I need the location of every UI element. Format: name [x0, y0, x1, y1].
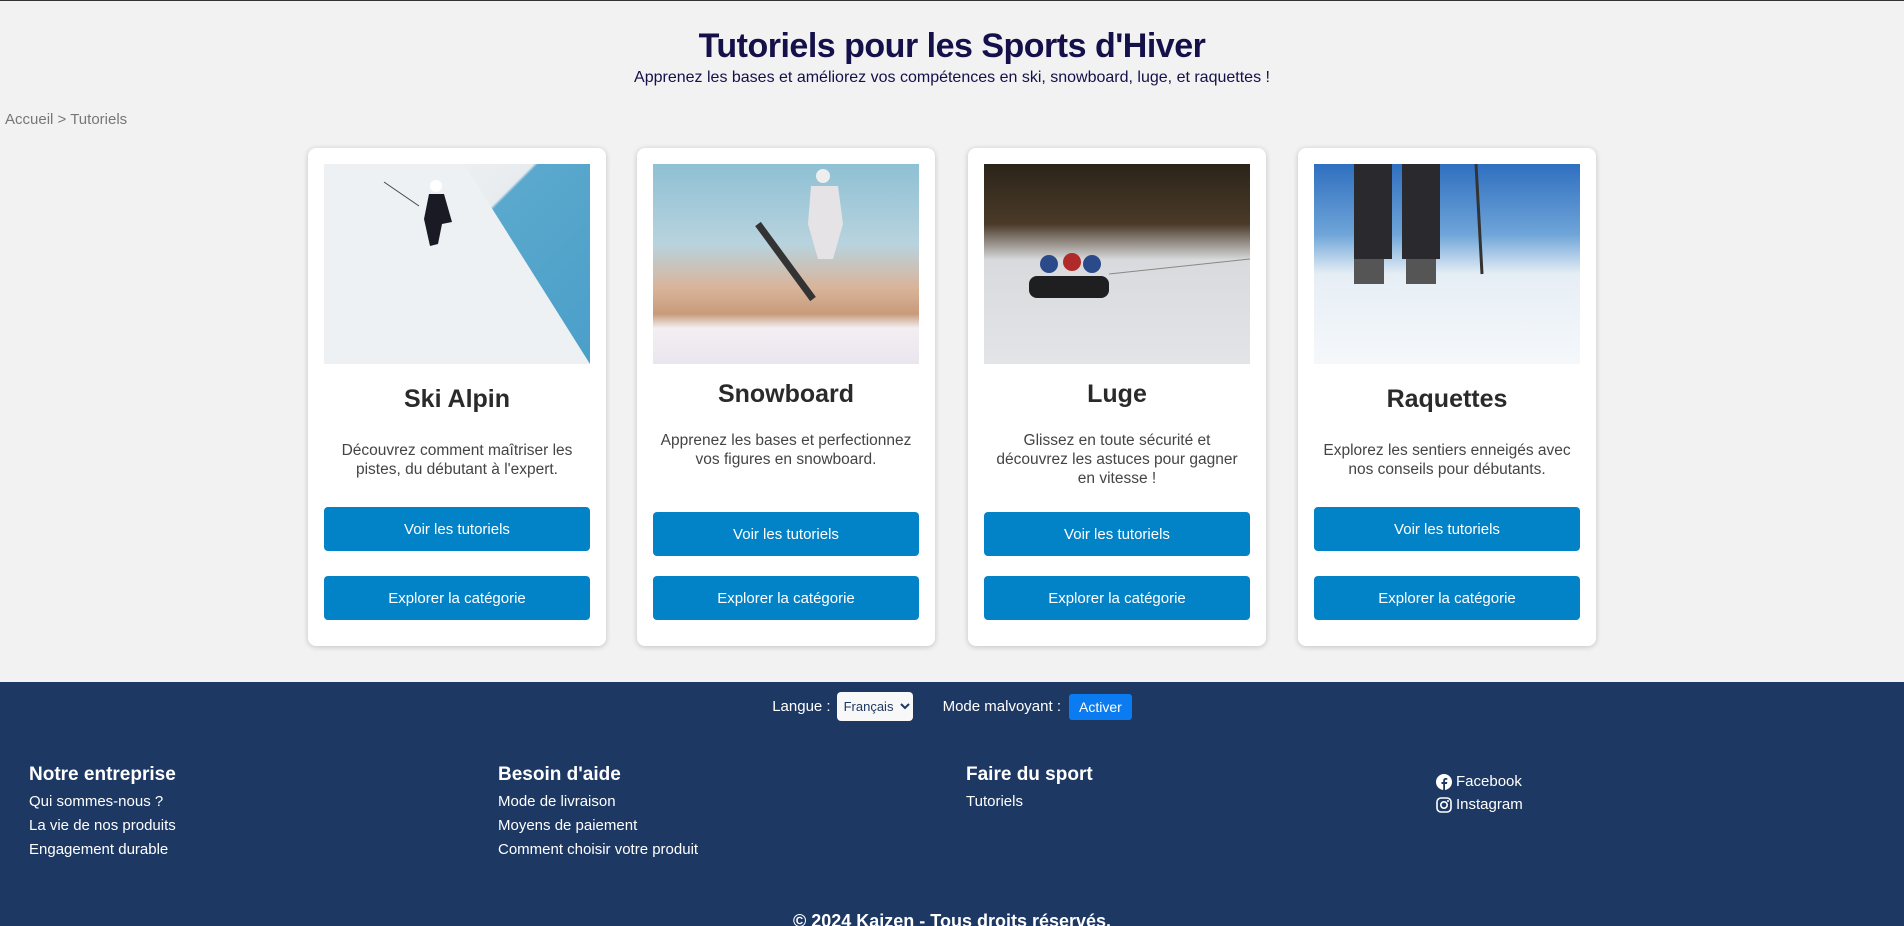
footer-col-company: Notre entreprise Qui sommes-nous ? La vi…: [29, 764, 176, 862]
instagram-link[interactable]: Instagram: [1436, 793, 1523, 816]
luge-image: [984, 164, 1250, 364]
breadcrumb: Accueil > Tutoriels: [5, 111, 127, 128]
accessibility-bar: Langue : Français Mode malvoyant : Activ…: [0, 692, 1904, 721]
ski-image: [324, 164, 590, 364]
card-title: Raquettes: [1386, 385, 1508, 413]
explore-category-button[interactable]: Explorer la catégorie: [324, 576, 590, 620]
footer-social: Facebook Instagram: [1436, 770, 1523, 816]
facebook-link[interactable]: Facebook: [1436, 770, 1523, 793]
low-vision-activate-button[interactable]: Activer: [1068, 693, 1132, 720]
footer-link[interactable]: Comment choisir votre produit: [498, 838, 698, 862]
view-tutorials-button[interactable]: Voir les tutoriels: [984, 512, 1250, 556]
raquettes-image: [1314, 164, 1580, 364]
footer-link[interactable]: Qui sommes-nous ?: [29, 790, 176, 814]
explore-category-button[interactable]: Explorer la catégorie: [1314, 576, 1580, 620]
page-title: Tutoriels pour les Sports d'Hiver: [698, 27, 1206, 65]
view-tutorials-button[interactable]: Voir les tutoriels: [1314, 507, 1580, 551]
card-ski-alpin: Ski Alpin Découvrez comment maîtriser le…: [308, 148, 606, 646]
card-title: Luge: [1087, 380, 1147, 408]
card-description: Découvrez comment maîtriser les pistes, …: [341, 442, 573, 478]
instagram-label: Instagram: [1456, 796, 1523, 813]
footer-heading: Faire du sport: [966, 764, 1093, 785]
footer-link[interactable]: Moyens de paiement: [498, 814, 698, 838]
language-select[interactable]: Français: [836, 692, 913, 721]
explore-category-button[interactable]: Explorer la catégorie: [653, 576, 919, 620]
view-tutorials-button[interactable]: Voir les tutoriels: [324, 507, 590, 551]
footer-col-sport: Faire du sport Tutoriels: [966, 764, 1093, 814]
footer-link[interactable]: La vie de nos produits: [29, 814, 176, 838]
facebook-icon: [1436, 773, 1452, 790]
card-raquettes: Raquettes Explorez les sentiers enneigés…: [1298, 148, 1596, 646]
card-description: Glissez en toute sécurité et découvrez l…: [996, 432, 1238, 487]
view-tutorials-button[interactable]: Voir les tutoriels: [653, 512, 919, 556]
page-subtitle: Apprenez les bases et améliorez vos comp…: [634, 69, 1270, 86]
breadcrumb-current: Tutoriels: [70, 111, 128, 128]
low-vision-label: Mode malvoyant :: [942, 698, 1061, 715]
footer-link[interactable]: Engagement durable: [29, 838, 176, 862]
card-title: Ski Alpin: [403, 385, 511, 413]
breadcrumb-separator: >: [57, 111, 67, 128]
snowboard-image: [653, 164, 919, 364]
footer-heading: Notre entreprise: [29, 764, 176, 785]
breadcrumb-home[interactable]: Accueil: [5, 111, 53, 128]
footer-heading: Besoin d'aide: [498, 764, 621, 785]
footer-link[interactable]: Tutoriels: [966, 790, 1093, 814]
card-snowboard: Snowboard Apprenez les bases et perfecti…: [637, 148, 935, 646]
footer: Langue : Français Mode malvoyant : Activ…: [0, 682, 1904, 926]
language-label: Langue :: [772, 698, 831, 715]
card-luge: Luge Glissez en toute sécurité et découv…: [968, 148, 1266, 646]
explore-category-button[interactable]: Explorer la catégorie: [984, 576, 1250, 620]
footer-link[interactable]: Mode de livraison: [498, 790, 698, 814]
instagram-icon: [1436, 796, 1452, 813]
facebook-label: Facebook: [1456, 773, 1522, 790]
card-description: Apprenez les bases et perfectionnez vos …: [660, 432, 912, 468]
copyright: © 2024 Kaizen - Tous droits réservés.: [792, 911, 1112, 926]
footer-col-help: Besoin d'aide Mode de livraison Moyens d…: [498, 764, 698, 862]
card-title: Snowboard: [717, 380, 855, 408]
card-description: Explorez les sentiers enneigés avec nos …: [1323, 442, 1571, 478]
